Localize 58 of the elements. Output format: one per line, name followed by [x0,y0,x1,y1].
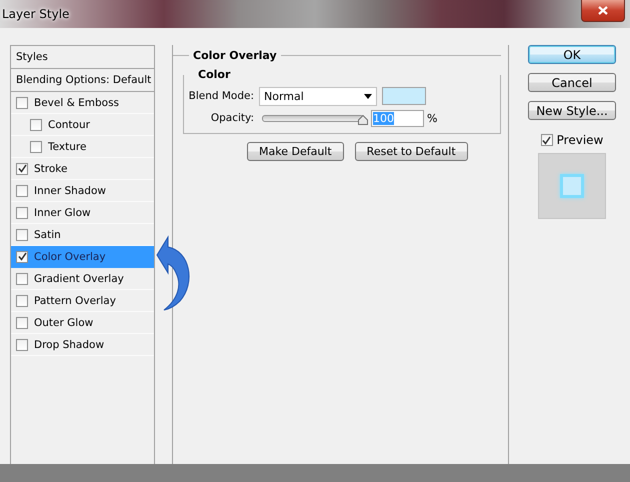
blend-mode-label: Blend Mode: [188,90,255,102]
effect-label: Outer Glow [34,316,94,328]
checkbox[interactable] [16,250,28,262]
effect-item[interactable]: Inner Glow [11,202,154,224]
close-icon [598,6,608,15]
ok-button[interactable]: OK [528,45,616,64]
checkbox[interactable] [540,134,553,146]
effect-label: Bevel & Emboss [34,96,120,108]
preview-label: Preview [556,133,604,147]
caret-icon [364,94,372,98]
reset-button[interactable]: Reset to Default [354,142,468,161]
checkbox[interactable] [16,272,28,284]
make-default-button[interactable]: Make Default [247,142,344,161]
list-item[interactable]: Blending Options: Default [11,69,154,92]
effect-item[interactable]: Stroke [11,158,154,180]
group-title: Color [197,68,232,81]
cancel-button[interactable]: Cancel [528,73,616,92]
slider-thumb[interactable] [358,114,368,124]
effect-item[interactable]: Gradient Overlay [11,268,154,290]
curved-arrow-icon [156,233,192,311]
close-button[interactable] [581,0,625,22]
styles-header: Styles [11,46,154,69]
checkbox[interactable] [16,316,28,328]
effect-label: Texture [48,140,86,152]
effect-label: Contour [48,118,90,130]
checkbox[interactable] [16,338,28,350]
effect-label: Inner Glow [34,206,91,218]
checkbox[interactable] [16,96,28,108]
effect-label: Inner Shadow [34,184,106,196]
effect-item[interactable]: Bevel & Emboss [11,92,154,114]
effect-label: Stroke [34,162,68,174]
effect-item[interactable]: Texture [11,136,154,158]
effect-item[interactable]: Pattern Overlay [11,290,154,312]
effect-label: Gradient Overlay [34,272,124,284]
preview-thumbnail [538,153,606,219]
effect-label: Color Overlay [34,250,106,262]
color-swatch[interactable] [382,87,426,105]
percent-label: % [427,112,438,124]
effect-item[interactable]: Color Overlay [11,246,154,268]
checkbox[interactable] [16,184,28,196]
section-title: Color Overlay [192,49,278,62]
effect-item[interactable]: Inner Shadow [11,180,154,202]
effect-item[interactable]: Outer Glow [11,312,154,334]
checkbox[interactable] [16,162,28,174]
checkbox[interactable] [16,228,28,240]
effect-label: Pattern Overlay [34,294,116,306]
checkbox[interactable] [30,118,42,130]
window-title: Layer Style [1,7,70,21]
effect-label: Satin [34,228,61,240]
effect-item[interactable]: Contour [11,114,154,136]
effect-label: Drop Shadow [34,338,104,350]
new-style-button[interactable]: New Style... [528,101,616,120]
checkbox[interactable] [16,294,28,306]
blend-mode-dropdown[interactable]: Normal [259,86,377,106]
effect-item[interactable]: Drop Shadow [11,334,154,356]
checkbox[interactable] [16,206,28,218]
opacity-label: Opacity: [210,112,255,124]
checkbox[interactable] [30,140,42,152]
